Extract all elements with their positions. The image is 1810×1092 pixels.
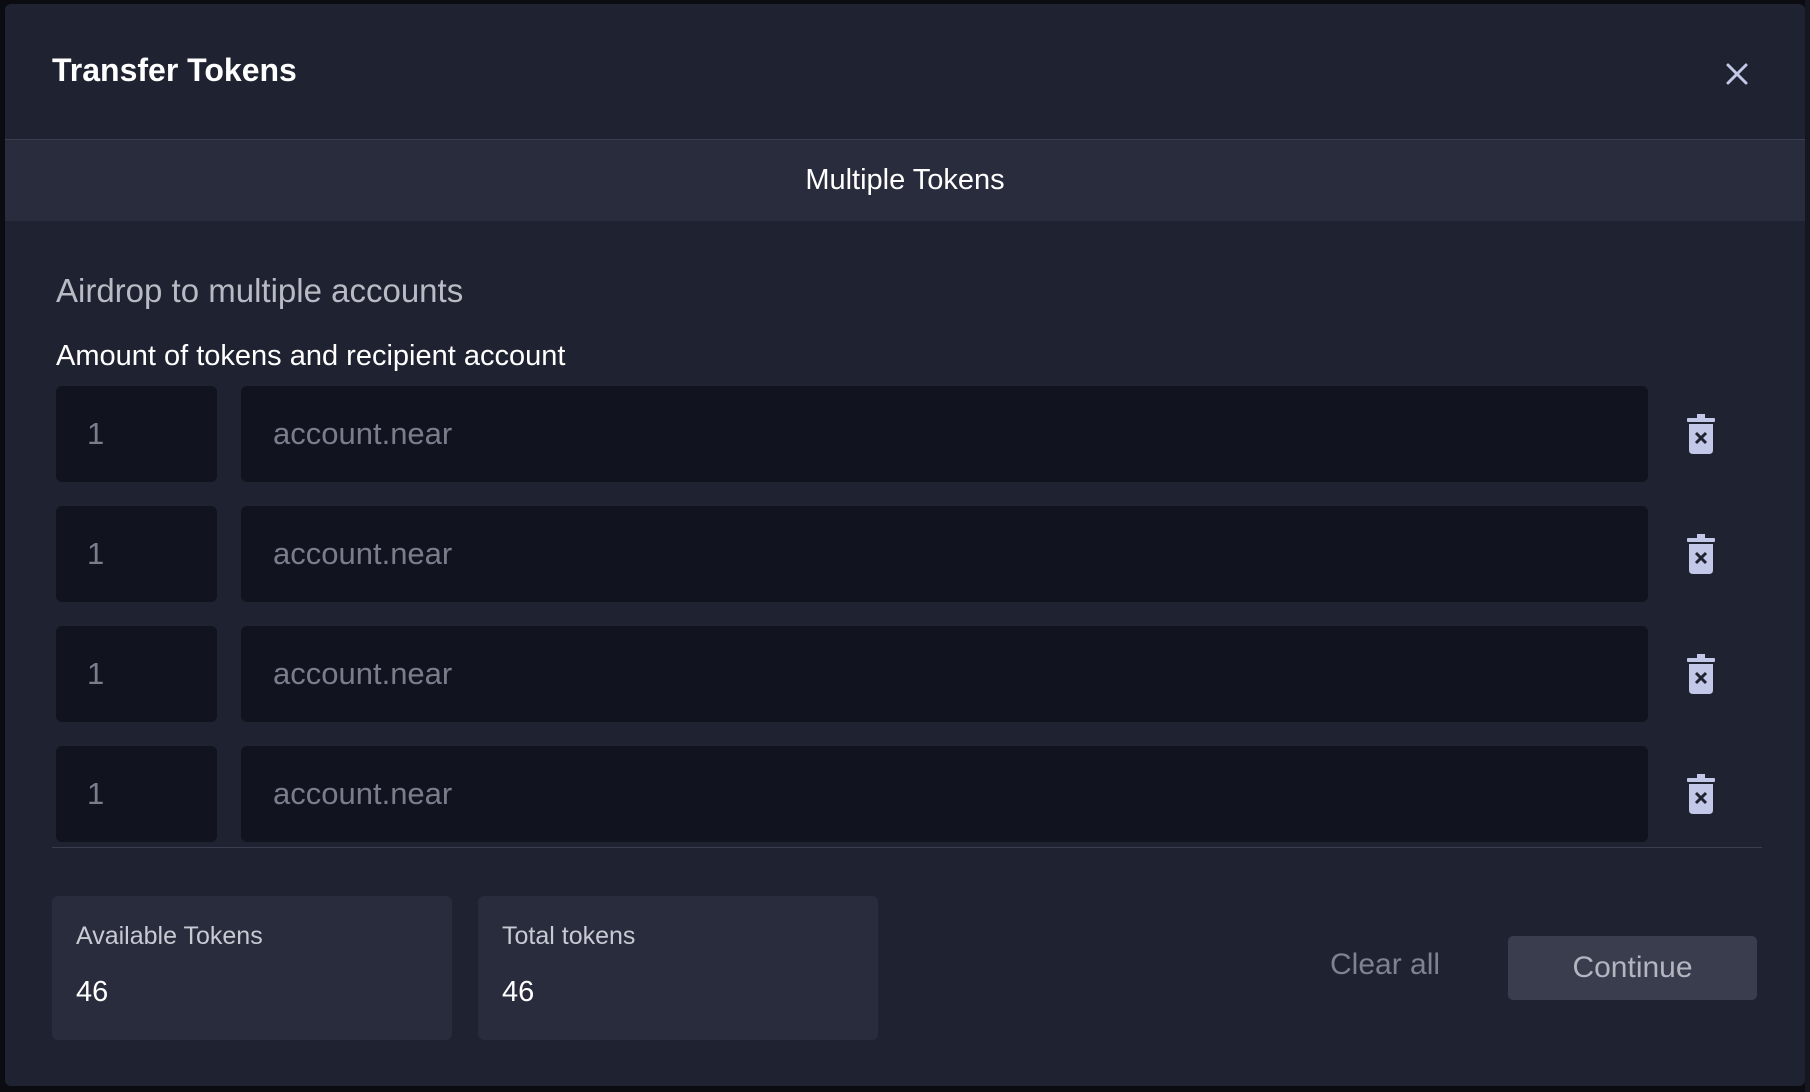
trash-icon: [1687, 654, 1715, 694]
recipient-row: [56, 746, 1715, 842]
amount-input[interactable]: [56, 746, 217, 842]
trash-icon: [1687, 534, 1715, 574]
trash-icon: [1687, 774, 1715, 814]
total-tokens-label: Total tokens: [502, 922, 636, 950]
delete-row-button[interactable]: [1687, 654, 1715, 694]
close-button[interactable]: [1719, 56, 1755, 92]
recipient-row: [56, 506, 1715, 602]
account-input[interactable]: [241, 506, 1648, 602]
amount-input[interactable]: [56, 626, 217, 722]
available-tokens-value: 46: [76, 976, 109, 1008]
section-title: Airdrop to multiple accounts: [56, 272, 464, 309]
recipient-row: [56, 626, 1715, 722]
recipient-row: [56, 386, 1715, 482]
continue-button[interactable]: Continue: [1508, 936, 1757, 1000]
transfer-tokens-modal: Transfer Tokens Multiple Tokens 1 accoun…: [5, 4, 1805, 1086]
background-edge: [1805, 0, 1810, 1092]
modal-title: Transfer Tokens: [52, 52, 297, 88]
clear-all-button[interactable]: Clear all: [1330, 948, 1440, 982]
delete-row-button[interactable]: [1687, 534, 1715, 574]
modal-header: Transfer Tokens: [5, 4, 1805, 140]
amount-input[interactable]: [56, 506, 217, 602]
close-icon: [1726, 63, 1748, 85]
delete-row-button[interactable]: [1687, 774, 1715, 814]
tab-label: Multiple Tokens: [805, 164, 1005, 196]
account-input[interactable]: [241, 626, 1648, 722]
account-input[interactable]: [241, 746, 1648, 842]
trash-icon: [1687, 414, 1715, 454]
available-tokens-label: Available Tokens: [76, 922, 263, 950]
tab-multiple-tokens[interactable]: Multiple Tokens: [5, 140, 1805, 221]
field-label: Amount of tokens and recipient account: [56, 340, 566, 372]
total-tokens-value: 46: [502, 976, 535, 1008]
available-tokens-card: Available Tokens 46: [52, 896, 452, 1040]
delete-row-button[interactable]: [1687, 414, 1715, 454]
total-tokens-card: Total tokens 46: [478, 896, 878, 1040]
amount-input[interactable]: [56, 386, 217, 482]
account-input[interactable]: [241, 386, 1648, 482]
